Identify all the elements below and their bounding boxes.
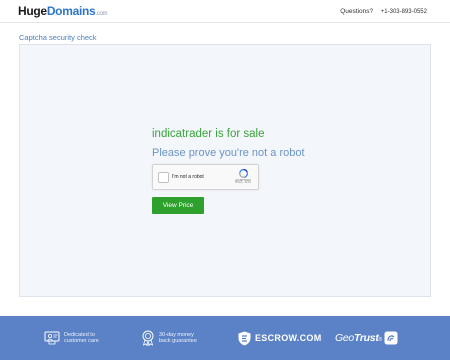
geotrust-badge: GeoTrust® [335,316,398,360]
guarantee-line2: back guarantee [159,338,197,344]
customer-care-line2: customer care [64,338,99,344]
recaptcha-label: I'm not a robot [172,174,204,180]
badge-icon [142,330,154,346]
trust-footer: Dedicated to customer care 30-day money … [0,316,450,360]
questions-label: Questions? [340,8,374,15]
escrow-badge: ESCROW.COM [238,316,322,360]
recaptcha-logo: reCAPTCHA Privacy - Terms [231,168,255,188]
prove-heading: Please prove you're not a robot [152,147,305,159]
logo-domains-text: Domains [46,4,96,18]
view-price-button[interactable]: View Price [152,197,204,214]
geotrust-seal-icon [384,331,398,345]
geotrust-bold: Trust [353,332,379,344]
recaptcha-checkbox[interactable] [158,172,169,183]
shield-icon [238,331,251,345]
recaptcha-privacy-terms[interactable]: Privacy - Terms [231,182,255,185]
sale-heading: indicatrader is for sale [152,128,265,140]
geotrust-label: GeoTrust® [335,332,382,344]
guarantee-text: 30-day money back guarantee [159,332,197,345]
contact-info: Questions? +1-303-893-0552 [340,8,427,15]
geotrust-light: Geo [335,332,354,344]
customer-care-text: Dedicated to customer care [64,332,99,345]
phone-number[interactable]: +1-303-893-0552 [381,9,427,15]
site-header: HugeDomains.com Questions? +1-303-893-05… [0,0,450,23]
escrow-label: ESCROW.COM [255,333,322,343]
hugedomains-logo[interactable]: HugeDomains.com [18,5,107,21]
support-icon [44,331,60,345]
customer-care-badge: Dedicated to customer care [44,316,99,360]
geotrust-reg: ® [378,337,383,343]
logo-com-text: .com [95,11,108,17]
page: HugeDomains.com Questions? +1-303-893-05… [0,0,450,360]
recaptcha-widget: I'm not a robot reCAPTCHA Privacy - Term… [152,164,259,190]
logo-huge-text: Huge [18,4,47,18]
guarantee-badge: 30-day money back guarantee [141,316,197,360]
breadcrumb[interactable]: Captcha security check [19,33,97,42]
